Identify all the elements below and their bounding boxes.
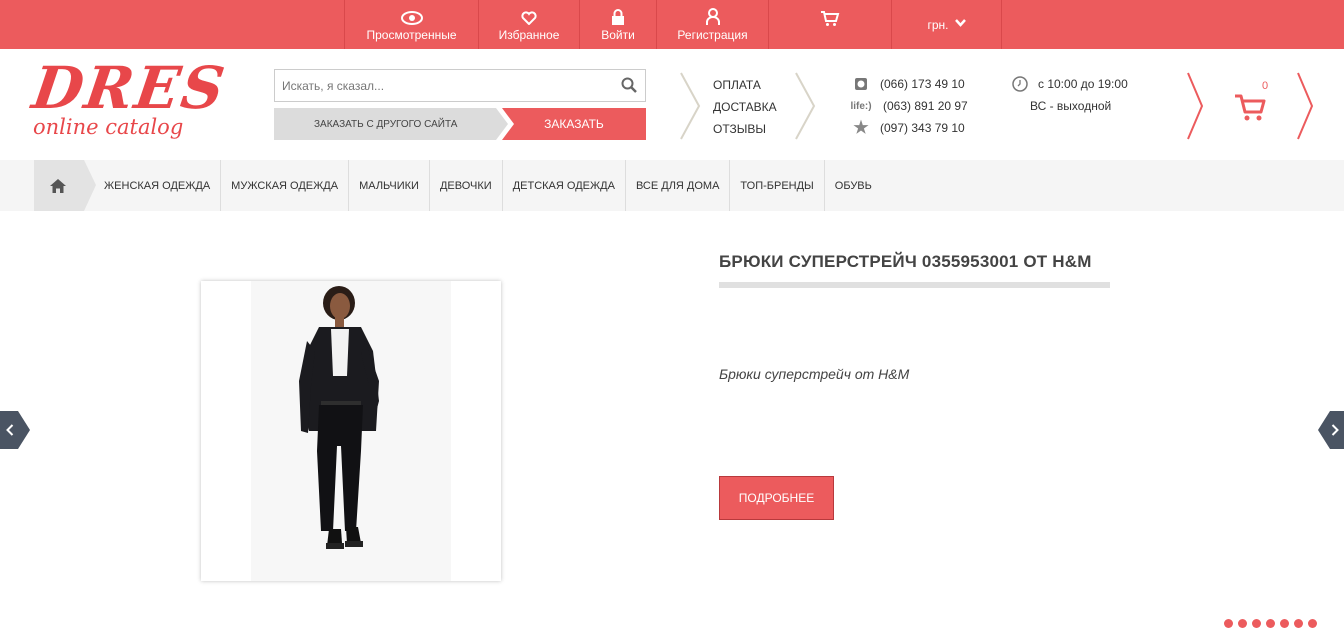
phone-row: ★ (097) 343 79 10 xyxy=(850,117,968,139)
menu-item-boys[interactable]: МАЛЬЧИКИ xyxy=(349,160,430,211)
register-link[interactable]: Регистрация xyxy=(656,0,768,49)
home-icon xyxy=(50,178,66,193)
menu-item-women[interactable]: ЖЕНСКАЯ ОДЕЖДА xyxy=(96,160,222,211)
cart-icon xyxy=(821,11,840,26)
phone-list: (066) 173 49 10 life:) (063) 891 20 97 ★… xyxy=(850,73,968,139)
cart-icon xyxy=(1235,94,1266,121)
reviews-link[interactable]: ОТЗЫВЫ xyxy=(713,118,777,140)
product-title: БРЮКИ СУПЕРСТРЕЙЧ 0355953001 ОТ H&M xyxy=(719,252,1092,271)
phone-number[interactable]: (066) 173 49 10 xyxy=(880,77,965,91)
logo-title: DRES xyxy=(28,54,231,122)
slider-prev-button[interactable] xyxy=(0,411,30,449)
cart-box[interactable] xyxy=(1186,72,1316,140)
slider-dot[interactable] xyxy=(1266,619,1275,628)
register-label: Регистрация xyxy=(677,28,748,42)
category-menu: ЖЕНСКАЯ ОДЕЖДА МУЖСКАЯ ОДЕЖДА МАЛЬЧИКИ Д… xyxy=(96,160,882,211)
slider-dot[interactable] xyxy=(1308,619,1317,628)
hours-weekend: ВС - выходной xyxy=(1030,99,1112,113)
favorites-label: Избранное xyxy=(498,28,560,42)
search-icon[interactable] xyxy=(621,77,637,93)
slider-dots xyxy=(1224,619,1317,628)
slider-dot[interactable] xyxy=(1252,619,1261,628)
menu-item-home[interactable]: ВСЕ ДЛЯ ДОМА xyxy=(626,160,731,211)
chevron-left-icon xyxy=(6,424,14,436)
model-figure xyxy=(299,286,379,549)
currency-select[interactable]: грн. xyxy=(891,0,1002,49)
separator-chevron xyxy=(795,72,816,140)
search-input[interactable] xyxy=(275,70,605,101)
search-box xyxy=(274,69,646,102)
currency-label: грн. xyxy=(927,17,949,32)
star-icon: ★ xyxy=(853,118,869,137)
phone-row: (066) 173 49 10 xyxy=(850,73,968,95)
payment-link[interactable]: ОПЛАТА xyxy=(713,74,777,96)
home-button[interactable] xyxy=(34,160,96,211)
menu-item-girls[interactable]: ДЕВОЧКИ xyxy=(430,160,503,211)
delivery-link[interactable]: ДОСТАВКА xyxy=(713,96,777,118)
logo[interactable]: DRES online catalog xyxy=(28,54,230,154)
slider-next-button[interactable] xyxy=(1318,411,1344,449)
login-link[interactable]: Войти xyxy=(579,0,656,49)
order-button[interactable]: ЗАКАЗАТЬ xyxy=(502,108,646,140)
clock-icon xyxy=(1012,76,1028,92)
slider-dot[interactable] xyxy=(1294,619,1303,628)
kyivstar-icon xyxy=(850,78,872,90)
top-cart-link[interactable] xyxy=(768,0,891,49)
slider-dot[interactable] xyxy=(1280,619,1289,628)
menu-item-men[interactable]: МУЖСКАЯ ОДЕЖДА xyxy=(221,160,350,211)
slider-dot[interactable] xyxy=(1224,619,1233,628)
order-other-site-button[interactable]: ЗАКАЗАТЬ С ДРУГОГО САЙТА xyxy=(274,108,508,140)
info-links: ОПЛАТА ДОСТАВКА ОТЗЫВЫ xyxy=(713,74,777,140)
favorites-link[interactable]: Избранное xyxy=(478,0,579,49)
title-underline xyxy=(719,282,1110,288)
heart-icon xyxy=(521,11,537,25)
slider-dot[interactable] xyxy=(1238,619,1247,628)
viewed-label: Просмотренные xyxy=(366,28,457,42)
phone-number[interactable]: (097) 343 79 10 xyxy=(880,121,965,135)
chevron-right-icon xyxy=(1331,424,1339,436)
eye-icon xyxy=(400,11,423,25)
user-icon xyxy=(705,8,720,25)
life-icon: life:) xyxy=(850,100,872,112)
product-description: Брюки суперстрейч от H&M xyxy=(719,366,910,382)
product-image[interactable] xyxy=(201,281,501,581)
login-label: Войти xyxy=(601,28,635,42)
menu-item-kids[interactable]: ДЕТСКАЯ ОДЕЖДА xyxy=(503,160,626,211)
more-button[interactable]: ПОДРОБНЕЕ xyxy=(719,476,834,520)
working-hours: с 10:00 до 19:00 ВС - выходной xyxy=(1012,73,1128,117)
viewed-link[interactable]: Просмотренные xyxy=(344,0,478,49)
chevron-down-icon xyxy=(954,19,966,27)
separator-chevron xyxy=(680,72,701,140)
menu-item-shoes[interactable]: ОБУВЬ xyxy=(825,160,882,211)
phone-row: life:) (063) 891 20 97 xyxy=(850,95,968,117)
hours-time: с 10:00 до 19:00 xyxy=(1038,77,1128,91)
cart-count: 0 xyxy=(1262,80,1269,92)
menu-item-top-brands[interactable]: ТОП-БРЕНДЫ xyxy=(730,160,825,211)
phone-number[interactable]: (063) 891 20 97 xyxy=(883,99,968,113)
top-nav: Просмотренные Избранное Войти Регистраци… xyxy=(344,0,1002,49)
lock-icon xyxy=(612,9,624,25)
